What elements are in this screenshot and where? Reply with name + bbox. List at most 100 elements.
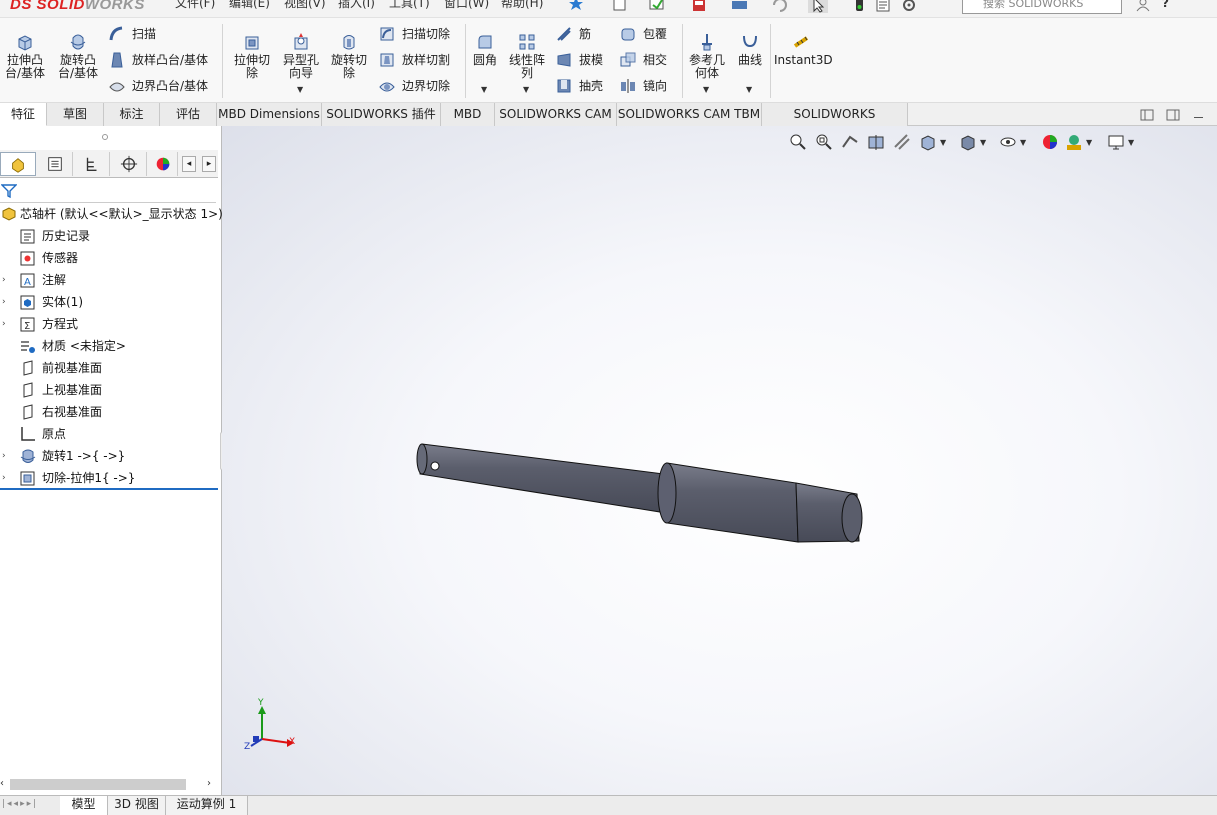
edit-appearance-icon[interactable] — [1040, 132, 1060, 152]
tab-mbd-dimensions[interactable]: MBD Dimensions — [217, 103, 322, 126]
tab-motion-study[interactable]: 运动算例 1 — [166, 796, 248, 815]
scroll-right-arrow[interactable]: › — [207, 778, 211, 789]
extrude-cut-button[interactable]: 拉伸切 除 — [230, 32, 274, 80]
swept-cut-button[interactable]: 扫描切除 — [378, 24, 450, 44]
wrap-button[interactable]: 包覆 — [619, 24, 667, 44]
apply-scene-icon[interactable] — [1064, 132, 1084, 152]
panel-right-icon[interactable] — [1166, 109, 1180, 121]
tab-sketch[interactable]: 草图 — [47, 103, 104, 126]
mandrel-shaft-model[interactable] — [412, 436, 872, 546]
mirror-button[interactable]: 镜向 — [619, 76, 667, 96]
tab-evaluate[interactable]: 评估 — [160, 103, 217, 126]
view-settings-icon[interactable] — [1106, 132, 1126, 152]
menu-insert[interactable]: 插入(I) — [338, 0, 375, 10]
shell-button[interactable]: 抽壳 — [555, 76, 603, 96]
undo-icon[interactable] — [770, 0, 790, 13]
menu-help[interactable]: 帮助(H) — [501, 0, 543, 10]
filter-icon[interactable] — [1, 183, 17, 199]
previous-view-icon[interactable] — [840, 132, 860, 152]
tab-solidworks-addins[interactable]: SOLIDWORKS 插件 — [322, 103, 441, 126]
menu-window[interactable]: 窗口(W) — [444, 0, 489, 10]
intersect-button[interactable]: 相交 — [619, 50, 667, 70]
view-orientation-dropdown[interactable]: ▼ — [940, 138, 946, 147]
curves-button[interactable]: 曲线 — [734, 32, 766, 67]
open-icon[interactable] — [648, 0, 668, 13]
menu-view[interactable]: 视图(V) — [284, 0, 326, 10]
view-settings-dropdown[interactable]: ▼ — [1128, 138, 1134, 147]
tab-solidworks-inspection[interactable]: SOLIDWORKS Inspection — [762, 103, 908, 143]
menu-file[interactable]: 文件(F) — [175, 0, 215, 10]
tabs-scroll-left[interactable]: ◂ — [182, 156, 196, 172]
display-style-icon[interactable] — [958, 132, 978, 152]
scroll-left-arrow[interactable]: ‹ — [0, 778, 4, 789]
lofted-cut-button[interactable]: 放样切割 — [378, 50, 450, 70]
tab-dimxpert-manager[interactable] — [111, 152, 147, 176]
revolve-cut-button[interactable]: 旋转切 除 — [327, 32, 371, 80]
extrude-boss-button[interactable]: 拉伸凸 台/基体 — [2, 32, 48, 80]
tab-features[interactable]: 特征 — [0, 103, 47, 126]
zoom-to-fit-icon[interactable] — [788, 132, 808, 152]
expand-arrow-icon[interactable]: › — [2, 269, 6, 291]
linear-pattern-button[interactable]: 线性阵 列 — [506, 32, 548, 80]
expand-arrow-icon[interactable]: › — [2, 445, 6, 467]
tab-property-manager[interactable] — [37, 152, 73, 176]
menu-edit[interactable]: 编辑(E) — [229, 0, 270, 10]
expand-arrow-icon[interactable]: › — [2, 291, 6, 313]
section-view-icon[interactable] — [866, 132, 886, 152]
tab-configuration-manager[interactable] — [74, 152, 110, 176]
sweep-button[interactable]: 扫描 — [108, 24, 156, 44]
reference-geometry-button[interactable]: 参考几 何体 — [686, 32, 728, 80]
new-document-icon[interactable] — [610, 0, 630, 13]
curves-dropdown[interactable]: ▼ — [746, 85, 752, 94]
tab-feature-tree[interactable] — [0, 152, 36, 176]
menu-tools[interactable]: 工具(T) — [389, 0, 430, 10]
hide-show-items-icon[interactable] — [998, 132, 1018, 152]
loft-boss-button[interactable]: 放样凸台/基体 — [108, 50, 208, 70]
hide-show-dropdown[interactable]: ▼ — [1020, 138, 1026, 147]
tab-model[interactable]: 模型 — [60, 796, 108, 815]
save-icon[interactable] — [690, 0, 710, 13]
tree-filter[interactable] — [0, 179, 216, 203]
file-properties-icon[interactable] — [874, 0, 894, 13]
rib-button[interactable]: 筋 — [555, 24, 591, 44]
select-cursor-icon[interactable] — [808, 0, 828, 13]
user-icon[interactable] — [1133, 0, 1153, 13]
hole-wizard-button[interactable]: 异型孔 向导 — [278, 32, 324, 80]
view-orientation-icon[interactable] — [918, 132, 938, 152]
expand-arrow-icon[interactable]: › — [2, 467, 6, 489]
tabs-scroll-right[interactable]: ▸ — [202, 156, 216, 172]
expand-arrow-icon[interactable]: › — [2, 313, 6, 335]
horizontal-scrollbar[interactable]: ‹ › — [0, 776, 218, 792]
apply-scene-dropdown[interactable]: ▼ — [1086, 138, 1092, 147]
tab-navigation-arrows[interactable]: |◂◂▸▸| — [2, 799, 38, 809]
options-gear-icon[interactable] — [900, 0, 920, 13]
linear-pattern-dropdown[interactable]: ▼ — [523, 85, 529, 94]
zoom-to-area-icon[interactable] — [814, 132, 834, 152]
revolve-boss-button[interactable]: 旋转凸 台/基体 — [54, 32, 102, 80]
draft-button[interactable]: 拔模 — [555, 50, 603, 70]
solidworks-logo[interactable]: DS SOLIDWORKS — [0, 0, 148, 18]
boundary-cut-button[interactable]: 边界切除 — [378, 76, 450, 96]
pin-icon[interactable] — [566, 0, 586, 13]
traffic-light-icon[interactable] — [850, 0, 870, 13]
tab-display-manager[interactable] — [148, 152, 178, 176]
search-input[interactable]: 搜索 SOLIDWORKS — [962, 0, 1122, 14]
panel-left-icon[interactable] — [1140, 109, 1154, 121]
scroll-thumb[interactable] — [10, 779, 186, 790]
reference-geometry-dropdown[interactable]: ▼ — [703, 85, 709, 94]
tab-markup[interactable]: 标注 — [104, 103, 160, 126]
tab-mbd[interactable]: MBD — [441, 103, 495, 126]
fillet-button[interactable]: 圆角 — [470, 32, 500, 67]
tab-solidworks-cam-tbm[interactable]: SOLIDWORKS CAM TBM — [617, 103, 762, 126]
tab-3d-views[interactable]: 3D 视图 — [108, 796, 166, 815]
help-button[interactable]: ? — [1162, 0, 1169, 10]
graphics-area[interactable]: ▼ ▼ ▼ ▼ ▼ Y X Z — [222, 126, 1217, 795]
minimize-icon[interactable] — [1194, 117, 1203, 118]
pane-grip-icon[interactable] — [102, 134, 108, 140]
instant3d-button[interactable]: Instant3D — [774, 32, 833, 67]
boundary-boss-button[interactable]: 边界凸台/基体 — [108, 76, 208, 96]
tab-solidworks-cam[interactable]: SOLIDWORKS CAM — [495, 103, 617, 126]
fillet-dropdown[interactable]: ▼ — [481, 85, 487, 94]
hole-wizard-dropdown[interactable]: ▼ — [297, 85, 303, 94]
display-style-dropdown[interactable]: ▼ — [980, 138, 986, 147]
